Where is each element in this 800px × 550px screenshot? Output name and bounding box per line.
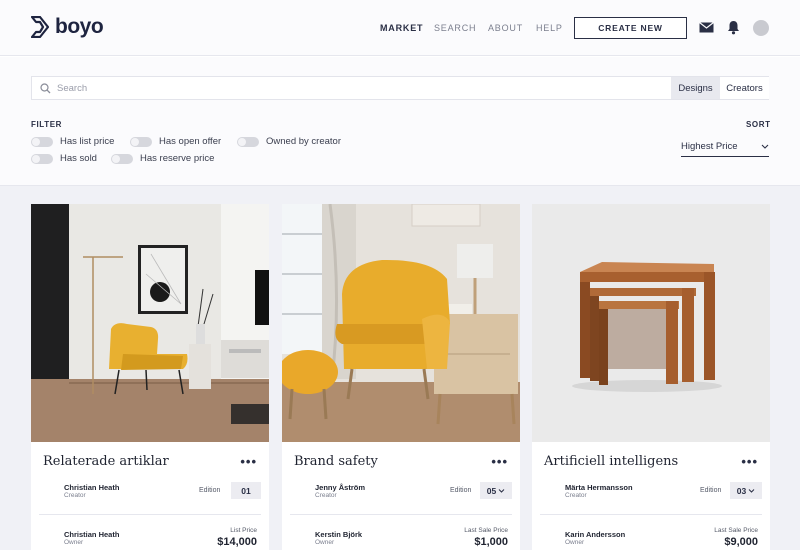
create-new-button[interactable]: CREATE NEW [574, 17, 687, 39]
search-icon [40, 83, 51, 94]
edition-label: Edition [199, 487, 221, 494]
owner-name[interactable]: Kerstin Björk [315, 530, 362, 539]
creator-name[interactable]: Jenny Åström [315, 483, 365, 492]
tab-designs[interactable]: Designs [671, 77, 720, 99]
sort-selected-value: Highest Price [681, 141, 738, 152]
owner-name[interactable]: Karin Andersson [565, 530, 625, 539]
user-avatar[interactable] [753, 20, 769, 36]
edition-select[interactable]: 03 [730, 482, 762, 499]
toggle-has-open-offer[interactable]: Has open offer [130, 136, 221, 147]
edition-number: 01 [241, 485, 251, 496]
card-title[interactable]: Brand safety [294, 454, 378, 469]
tab-creators[interactable]: Creators [720, 77, 769, 99]
nav-search[interactable]: SEARCH [434, 23, 476, 33]
toggle-switch[interactable] [31, 153, 53, 164]
toggle-label: Has sold [60, 153, 97, 164]
nav-help[interactable]: HELP [536, 23, 563, 33]
bell-icon[interactable] [727, 20, 740, 35]
price-label: Last Sale Price [714, 527, 758, 534]
toggle-switch[interactable] [111, 153, 133, 164]
card-image-nesting-tables [532, 204, 770, 442]
owner-role: Owner [64, 539, 84, 546]
design-card[interactable]: Artificiell intelligens ••• Märta Herman… [532, 204, 770, 550]
owner-role: Owner [565, 539, 585, 546]
design-card[interactable]: Relaterade artiklar ••• Christian Heath … [31, 204, 269, 550]
owner-name[interactable]: Christian Heath [64, 530, 119, 539]
brand-name: boyo [55, 15, 104, 38]
price-value: $14,000 [217, 536, 257, 548]
more-options-icon[interactable]: ••• [240, 454, 257, 469]
toggle-label: Has open offer [159, 136, 222, 147]
card-title[interactable]: Relaterade artiklar [43, 454, 169, 469]
edition-number: 05 [486, 485, 497, 496]
design-card[interactable]: Brand safety ••• Jenny Åström Creator Ed… [282, 204, 520, 550]
chevron-down-icon [498, 488, 505, 493]
toggle-switch[interactable] [130, 136, 152, 147]
edition-number: 03 [736, 485, 747, 496]
chevron-down-icon [748, 488, 755, 493]
toggle-owned-by-creator[interactable]: Owned by creator [237, 136, 341, 147]
price-value: $9,000 [724, 536, 758, 548]
creator-name[interactable]: Christian Heath [64, 483, 119, 492]
price-value: $1,000 [474, 536, 508, 548]
sort-label: SORT [746, 120, 771, 129]
owner-role: Owner [315, 539, 335, 546]
toggle-label: Owned by creator [266, 136, 341, 147]
creator-name[interactable]: Märta Hermansson [565, 483, 633, 492]
edition-label: Edition [450, 487, 472, 494]
mail-icon[interactable] [699, 22, 714, 33]
price-label: List Price [230, 527, 257, 534]
toggle-label: Has list price [60, 136, 115, 147]
nav-market[interactable]: MARKET [380, 23, 423, 33]
nav-about[interactable]: ABOUT [488, 23, 523, 33]
price-label: Last Sale Price [464, 527, 508, 534]
sort-select[interactable]: Highest Price [681, 137, 769, 157]
card-divider [290, 514, 512, 515]
card-title[interactable]: Artificiell intelligens [544, 454, 678, 469]
edition-select[interactable]: 05 [480, 482, 512, 499]
toggle-label: Has reserve price [140, 153, 215, 164]
filter-panel: Designs Creators FILTER SORT Has list pr… [0, 57, 800, 186]
top-header: boyo MARKET SEARCH ABOUT HELP CREATE NEW [0, 0, 800, 56]
filter-label: FILTER [31, 120, 63, 129]
edition-label: Edition [700, 487, 722, 494]
creator-role: Creator [565, 492, 587, 499]
toggle-switch[interactable] [31, 136, 53, 147]
edition-value: 01 [231, 482, 261, 499]
card-image-yellow-armchair [282, 204, 520, 442]
more-options-icon[interactable]: ••• [491, 454, 508, 469]
card-divider [540, 514, 762, 515]
creator-role: Creator [64, 492, 86, 499]
card-image-living-room [31, 204, 269, 442]
toggle-has-list-price[interactable]: Has list price [31, 136, 114, 147]
search-bar: Designs Creators [31, 76, 769, 100]
toggle-has-reserve-price[interactable]: Has reserve price [111, 153, 214, 164]
toggle-has-sold[interactable]: Has sold [31, 153, 97, 164]
chevron-down-icon [761, 144, 769, 149]
card-divider [39, 514, 261, 515]
more-options-icon[interactable]: ••• [741, 454, 758, 469]
boyo-logo-icon [31, 16, 49, 38]
brand-logo[interactable]: boyo [31, 15, 104, 39]
toggle-switch[interactable] [237, 136, 259, 147]
search-input[interactable] [57, 77, 657, 99]
creator-role: Creator [315, 492, 337, 499]
